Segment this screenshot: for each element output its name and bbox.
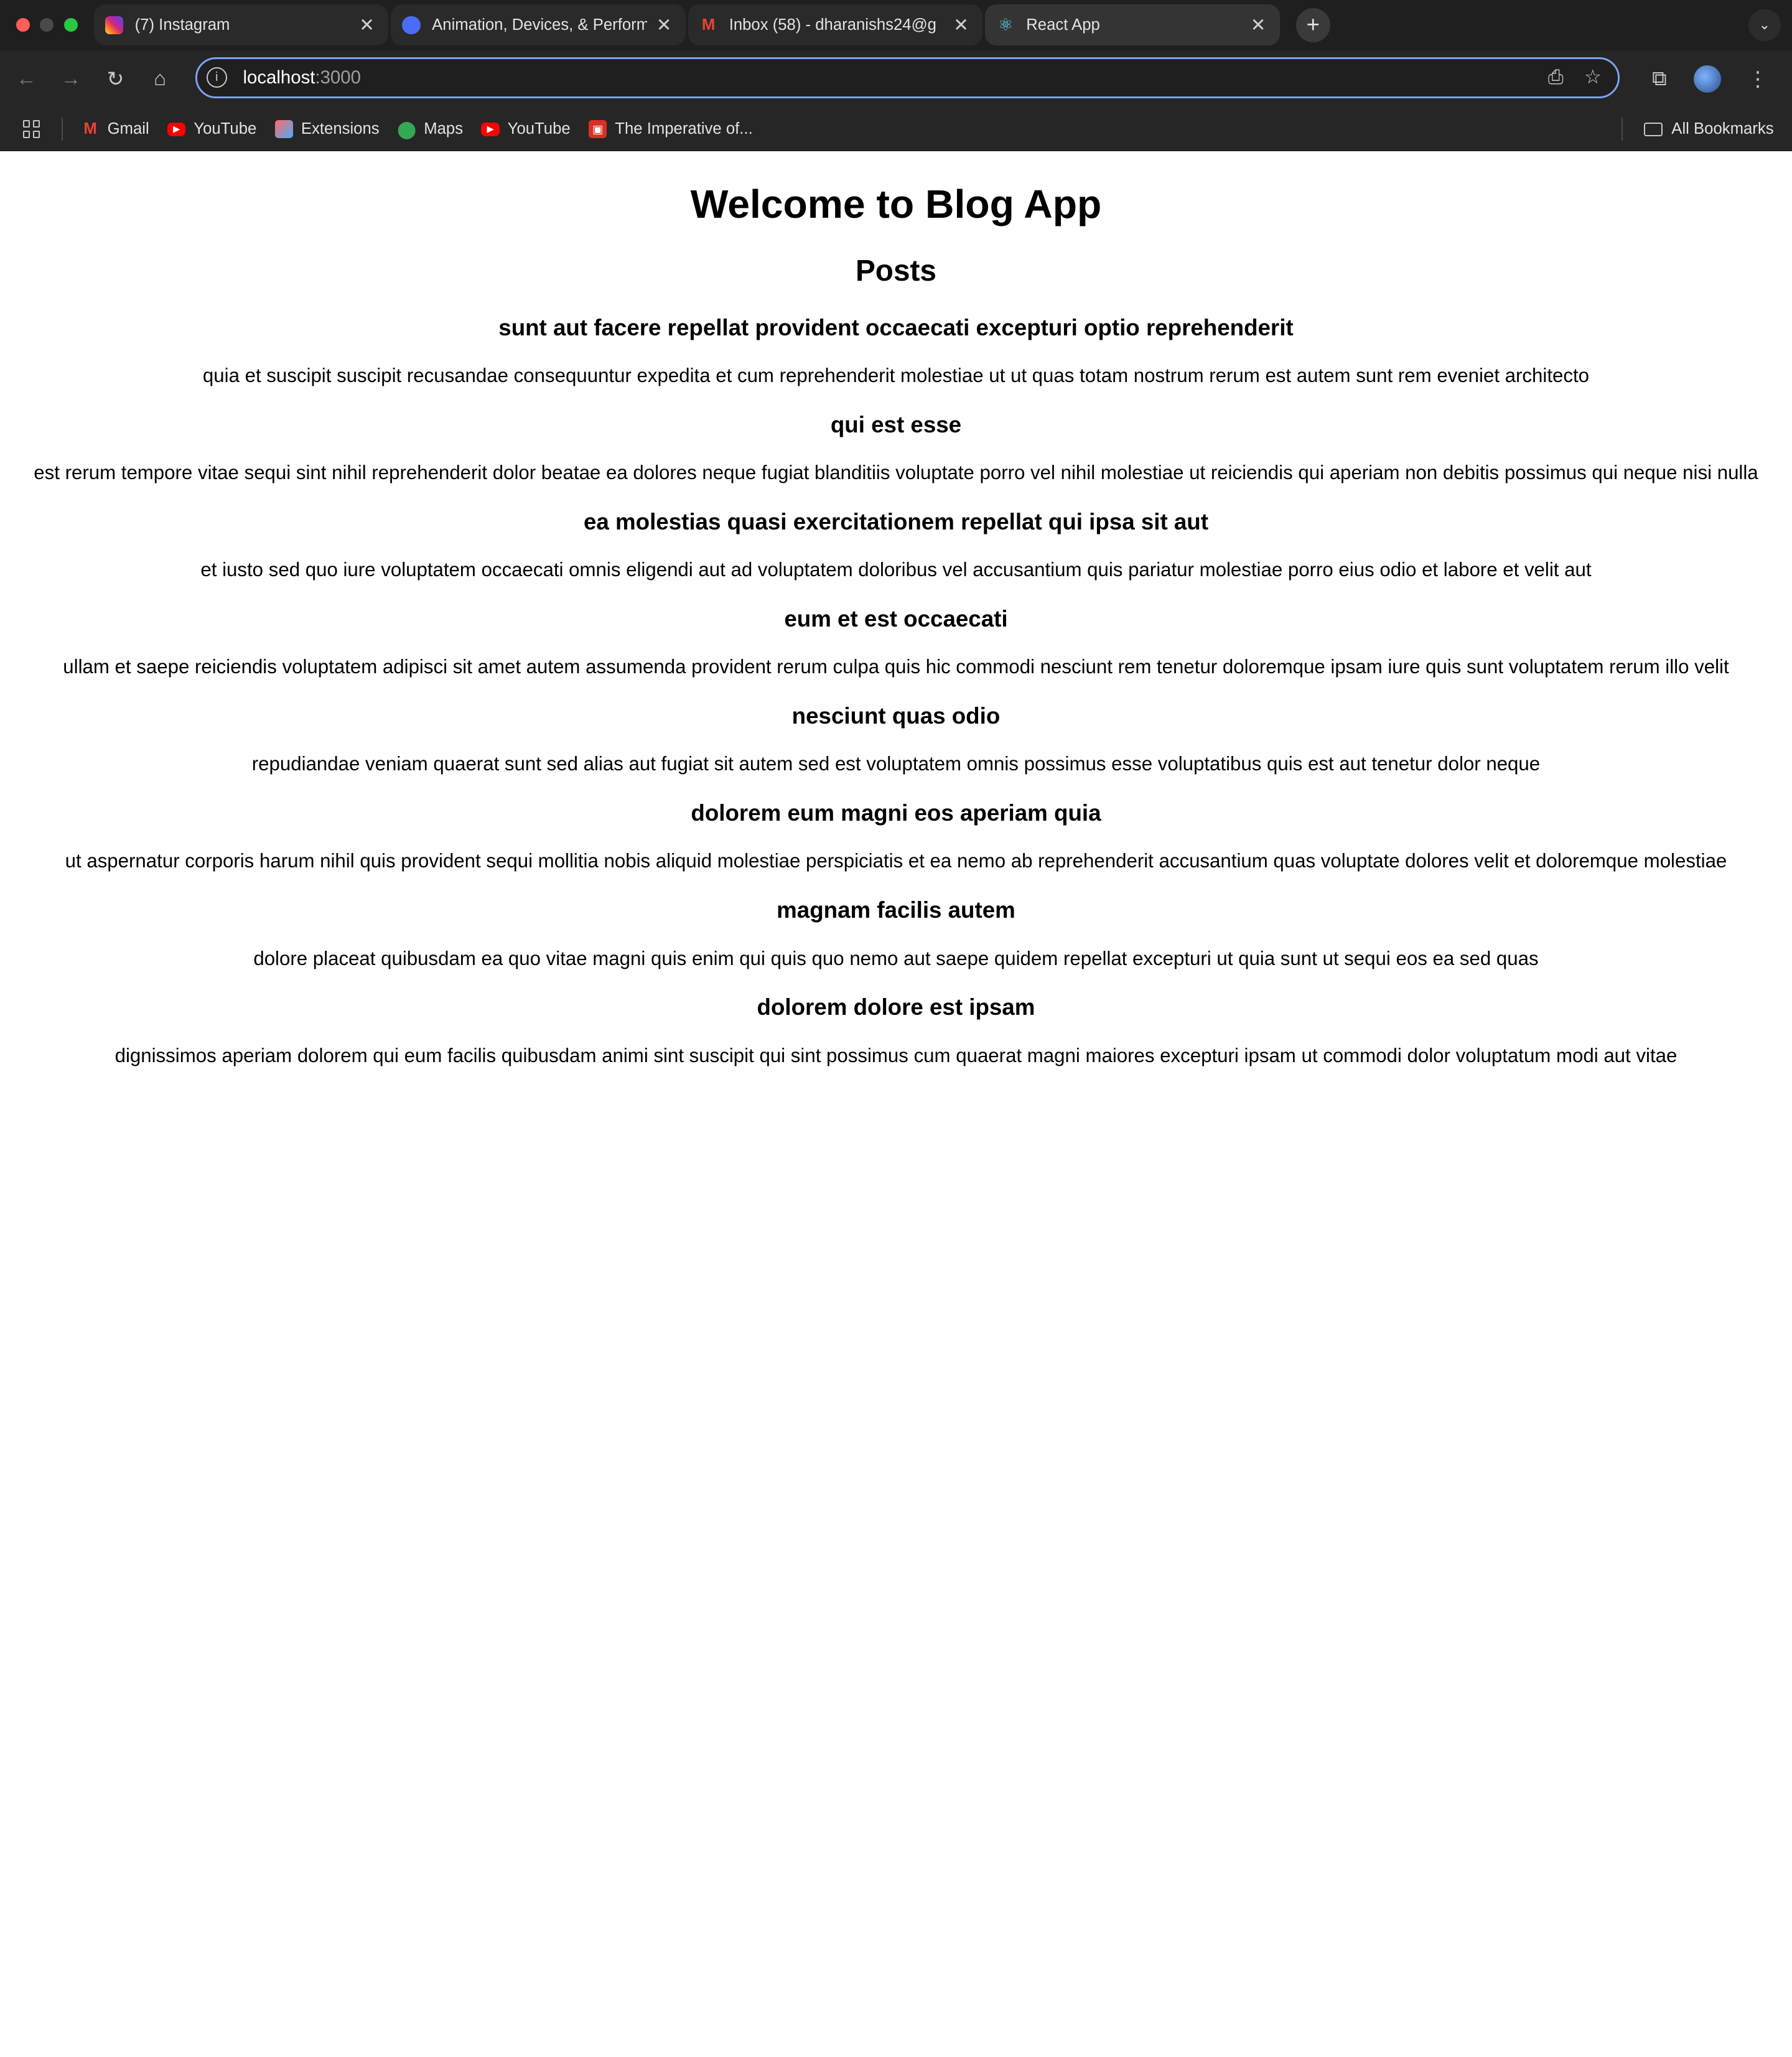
animation-icon bbox=[402, 16, 421, 35]
bookmark-label: Gmail bbox=[107, 120, 149, 138]
post-body: ut aspernatur corporis harum nihil quis … bbox=[65, 850, 1727, 872]
post-title: sunt aut facere repellat provident occae… bbox=[498, 314, 1294, 340]
all-bookmarks-button[interactable]: All Bookmarks bbox=[1644, 120, 1774, 138]
post-body: est rerum tempore vitae sequi sint nihil… bbox=[34, 462, 1758, 484]
tab-search-button[interactable]: ⌄ bbox=[1748, 9, 1781, 42]
posts-heading: Posts bbox=[855, 254, 936, 288]
post-title: eum et est occaecati bbox=[784, 605, 1008, 632]
maps-icon: ⬤ bbox=[397, 119, 417, 139]
window-controls bbox=[16, 18, 78, 32]
tabs: (7) Instagram ✕ Animation, Devices, & Pe… bbox=[93, 0, 1282, 50]
page-title: Welcome to Blog App bbox=[690, 181, 1102, 226]
bookmarks-bar: M Gmail ▶ YouTube Extensions ⬤ Maps ▶ Yo… bbox=[0, 107, 1792, 152]
post-item: qui est esse est rerum tempore vitae seq… bbox=[14, 409, 1778, 485]
divider bbox=[62, 118, 63, 141]
reload-icon[interactable]: ↻ bbox=[97, 60, 134, 97]
imperative-icon: ▣ bbox=[589, 119, 607, 139]
post-title: magnam facilis autem bbox=[777, 897, 1015, 923]
bookmark-extensions[interactable]: Extensions bbox=[274, 119, 380, 139]
all-bookmarks-label: All Bookmarks bbox=[1671, 120, 1774, 138]
close-icon[interactable]: ✕ bbox=[357, 14, 377, 36]
tab-animation[interactable]: Animation, Devices, & Perform ✕ bbox=[391, 4, 686, 46]
post-body: dignissimos aperiam dolorem qui eum faci… bbox=[114, 1044, 1678, 1066]
post-body: quia et suscipit suscipit recusandae con… bbox=[202, 365, 1590, 386]
bookmark-maps[interactable]: ⬤ Maps bbox=[397, 119, 464, 139]
bookmark-star-icon[interactable]: ☆ bbox=[1584, 66, 1602, 89]
address-bar[interactable]: i localhost:3000 ⎙ ☆ bbox=[195, 57, 1620, 98]
post-title: nesciunt quas odio bbox=[791, 702, 1001, 729]
react-icon: ⚛ bbox=[997, 15, 1014, 35]
folder-icon bbox=[1644, 122, 1663, 136]
page-content: Welcome to Blog App Posts sunt aut facer… bbox=[0, 179, 1792, 1068]
extensions-puzzle-icon[interactable]: ⧉ bbox=[1639, 58, 1680, 100]
post-body: ullam et saepe reiciendis voluptatem adi… bbox=[63, 656, 1729, 678]
bookmark-label: YouTube bbox=[194, 120, 257, 138]
post-title: ea molestias quasi exercitationem repell… bbox=[583, 508, 1208, 534]
site-info-icon[interactable]: i bbox=[206, 67, 227, 88]
gmail-icon: M bbox=[701, 16, 716, 34]
post-item: eum et est occaecati ullam et saepe reic… bbox=[14, 603, 1778, 679]
post-title: dolorem eum magni eos aperiam quia bbox=[691, 800, 1101, 826]
tab-title: React App bbox=[1026, 16, 1100, 34]
minimize-window-button[interactable] bbox=[40, 18, 54, 32]
post-item: dolorem eum magni eos aperiam quia ut as… bbox=[14, 797, 1778, 874]
new-tab-button[interactable]: + bbox=[1295, 7, 1330, 42]
post-body: repudiandae veniam quaerat sunt sed alia… bbox=[251, 753, 1541, 775]
close-icon[interactable]: ✕ bbox=[654, 14, 674, 36]
tab-title: Animation, Devices, & Perform bbox=[432, 16, 647, 34]
gmail-icon: M bbox=[83, 120, 97, 138]
bookmark-imperative[interactable]: ▣ The Imperative of... bbox=[589, 119, 753, 139]
youtube-icon: ▶ bbox=[167, 122, 186, 136]
post-item: magnam facilis autem dolore placeat quib… bbox=[14, 894, 1778, 971]
apps-grid-icon[interactable] bbox=[22, 119, 41, 139]
maximize-window-button[interactable] bbox=[63, 18, 78, 32]
post-item: ea molestias quasi exercitationem repell… bbox=[14, 506, 1778, 582]
bookmark-label: Maps bbox=[424, 120, 464, 138]
profile-avatar[interactable] bbox=[1694, 65, 1722, 93]
post-item: sunt aut facere repellat provident occae… bbox=[14, 312, 1778, 388]
browser-window: (7) Instagram ✕ Animation, Devices, & Pe… bbox=[0, 0, 1792, 1120]
bookmark-youtube[interactable]: ▶ YouTube bbox=[167, 120, 256, 138]
bookmark-label: YouTube bbox=[507, 120, 571, 138]
install-app-icon[interactable]: ⎙ bbox=[1548, 66, 1564, 89]
divider bbox=[1622, 118, 1623, 141]
tab-title: Inbox (58) - dharanishs24@g bbox=[729, 16, 936, 34]
tab-react-app[interactable]: ⚛ React App ✕ bbox=[985, 4, 1280, 46]
home-icon[interactable]: ⌂ bbox=[142, 60, 179, 97]
post-item: dolorem dolore est ipsam dignissimos ape… bbox=[14, 991, 1778, 1068]
youtube-icon: ▶ bbox=[481, 122, 500, 136]
menu-kebab-icon[interactable]: ⋮ bbox=[1737, 58, 1778, 100]
post-item: nesciunt quas odio repudiandae veniam qu… bbox=[14, 700, 1778, 777]
back-icon[interactable]: ← bbox=[8, 60, 45, 97]
tab-strip: (7) Instagram ✕ Animation, Devices, & Pe… bbox=[0, 0, 1792, 50]
url-host: localhost bbox=[243, 67, 315, 88]
tab-gmail[interactable]: M Inbox (58) - dharanishs24@g ✕ bbox=[688, 4, 983, 46]
url-port: :3000 bbox=[315, 67, 361, 88]
close-window-button[interactable] bbox=[16, 18, 30, 32]
toolbar: ← → ↻ ⌂ i localhost:3000 ⎙ ☆ ⧉ ⋮ bbox=[0, 50, 1792, 108]
forward-icon[interactable]: → bbox=[52, 60, 89, 97]
extensions-icon bbox=[274, 119, 294, 139]
post-body: dolore placeat quibusdam ea quo vitae ma… bbox=[253, 947, 1539, 969]
post-title: qui est esse bbox=[830, 411, 962, 437]
bookmark-gmail[interactable]: M Gmail bbox=[81, 120, 149, 138]
tab-instagram[interactable]: (7) Instagram ✕ bbox=[93, 4, 389, 46]
instagram-icon bbox=[105, 16, 124, 35]
close-icon[interactable]: ✕ bbox=[951, 14, 971, 36]
post-title: dolorem dolore est ipsam bbox=[757, 994, 1035, 1020]
tab-title: (7) Instagram bbox=[134, 16, 230, 34]
bookmark-label: The Imperative of... bbox=[615, 120, 753, 138]
bookmark-youtube-2[interactable]: ▶ YouTube bbox=[481, 120, 571, 138]
post-body: et iusto sed quo iure voluptatem occaeca… bbox=[200, 559, 1592, 581]
bookmark-label: Extensions bbox=[301, 120, 380, 138]
close-icon[interactable]: ✕ bbox=[1248, 14, 1269, 36]
